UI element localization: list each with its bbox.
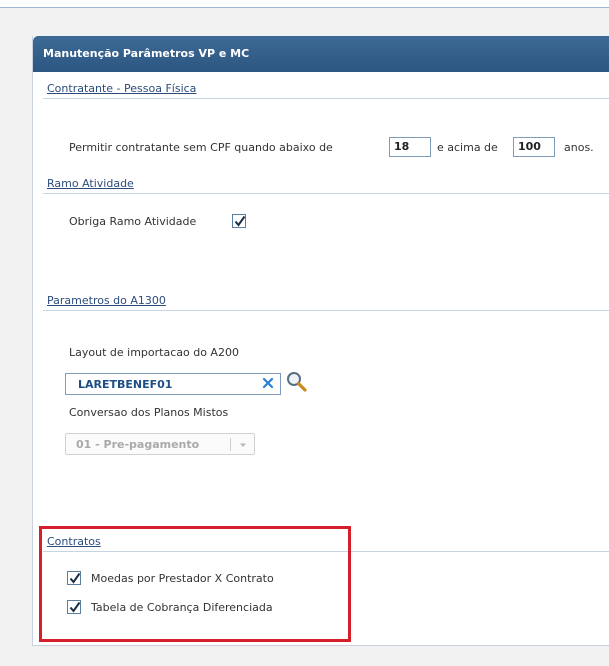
- cpf-rule-prefix: Permitir contratante sem CPF quando abai…: [69, 141, 333, 154]
- section-title-contratos[interactable]: Contratos: [47, 535, 101, 548]
- search-icon[interactable]: [285, 370, 309, 394]
- checkmark-icon: [69, 572, 81, 584]
- select-separator: [230, 438, 231, 451]
- clear-icon[interactable]: [261, 376, 275, 390]
- min-age-input[interactable]: 18: [389, 137, 431, 157]
- conversao-planos-select[interactable]: 01 - Pre-pagamento: [65, 433, 255, 455]
- cpf-rule-suffix: anos.: [564, 141, 594, 154]
- section-divider: [43, 98, 609, 99]
- chevron-down-icon: [240, 443, 246, 447]
- max-age-input[interactable]: 100: [513, 137, 555, 157]
- moedas-prestador-checkbox[interactable]: [67, 571, 81, 585]
- section-title-ramo-atividade[interactable]: Ramo Atividade: [47, 177, 134, 190]
- section-divider: [43, 193, 609, 194]
- section-title-contratante[interactable]: Contratante - Pessoa Física: [47, 82, 196, 95]
- section-title-a1300[interactable]: Parametros do A1300: [47, 294, 166, 307]
- moedas-prestador-label: Moedas por Prestador X Contrato: [91, 572, 274, 585]
- parameters-panel: Manutenção Parâmetros VP e MC Contratant…: [32, 36, 609, 646]
- checkmark-icon: [69, 601, 81, 613]
- conversao-planos-value: 01 - Pre-pagamento: [76, 438, 200, 451]
- top-band: [0, 0, 609, 8]
- tabela-cobranca-label: Tabela de Cobrança Diferenciada: [91, 601, 273, 614]
- tabela-cobranca-checkbox[interactable]: [67, 600, 81, 614]
- obriga-ramo-checkbox[interactable]: [232, 214, 246, 228]
- section-divider: [43, 551, 609, 552]
- conversao-planos-label: Conversao dos Planos Mistos: [69, 406, 229, 419]
- layout-importacao-label: Layout de importacao do A200: [69, 346, 239, 359]
- panel-title: Manutenção Parâmetros VP e MC: [33, 36, 609, 72]
- layout-importacao-input[interactable]: LARETBENEF01: [65, 373, 281, 395]
- checkmark-icon: [234, 215, 246, 227]
- obriga-ramo-label: Obriga Ramo Atividade: [69, 215, 197, 228]
- cpf-rule-middle: e acima de: [437, 141, 498, 154]
- section-divider: [43, 310, 609, 311]
